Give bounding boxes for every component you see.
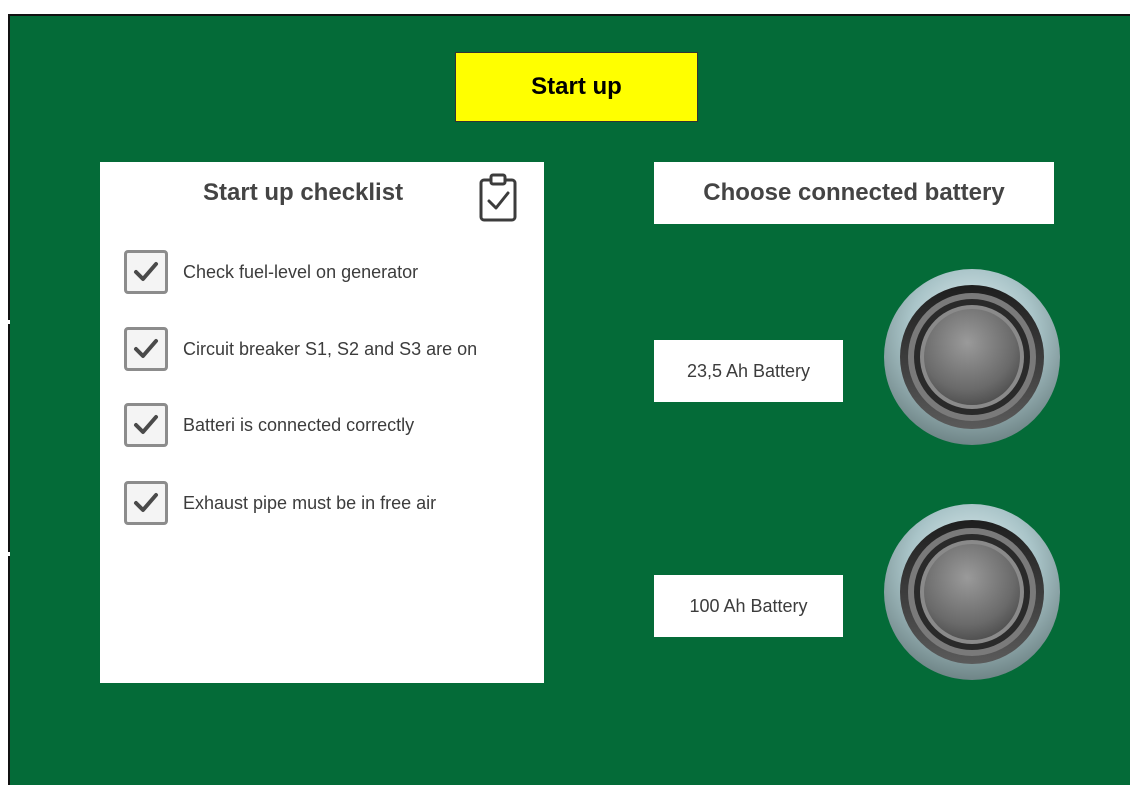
checklist-panel: Start up checklist Check fuel-level on g… — [100, 162, 544, 683]
clipboard-check-icon — [479, 173, 517, 222]
edge-marker — [6, 552, 10, 556]
page-title: Start up — [455, 52, 698, 122]
checklist-item-circuit-breaker[interactable]: Circuit breaker S1, S2 and S3 are on — [124, 327, 534, 371]
window-top-strip — [0, 0, 1130, 14]
checklist-title: Start up checklist — [203, 179, 404, 206]
checklist-item-fuel[interactable]: Check fuel-level on generator — [124, 250, 534, 294]
checklist-item-label: Check fuel-level on generator — [183, 261, 419, 282]
battery-23-5ah-button[interactable] — [883, 268, 1061, 446]
checkmark-icon — [134, 262, 158, 281]
checklist-item-label: Exhaust pipe must be in free air — [183, 492, 437, 513]
checkbox[interactable] — [124, 403, 168, 447]
battery-100ah-button[interactable] — [883, 503, 1061, 681]
battery-option-label: 23,5 Ah Battery — [654, 340, 843, 402]
checkmark-icon — [134, 493, 158, 512]
checkmark-icon — [134, 415, 158, 434]
checkbox[interactable] — [124, 327, 168, 371]
battery-heading: Choose connected battery — [654, 162, 1054, 224]
checklist-item-label: Circuit breaker S1, S2 and S3 are on — [183, 338, 478, 359]
checkbox[interactable] — [124, 481, 168, 525]
checkmark-icon — [134, 339, 158, 358]
checklist-item-label: Batteri is connected correctly — [183, 414, 415, 435]
checklist-item-battery[interactable]: Batteri is connected correctly — [124, 403, 534, 447]
checklist-item-exhaust[interactable]: Exhaust pipe must be in free air — [124, 481, 534, 525]
edge-marker — [6, 320, 10, 324]
checkbox[interactable] — [124, 250, 168, 294]
battery-option-label: 100 Ah Battery — [654, 575, 843, 637]
